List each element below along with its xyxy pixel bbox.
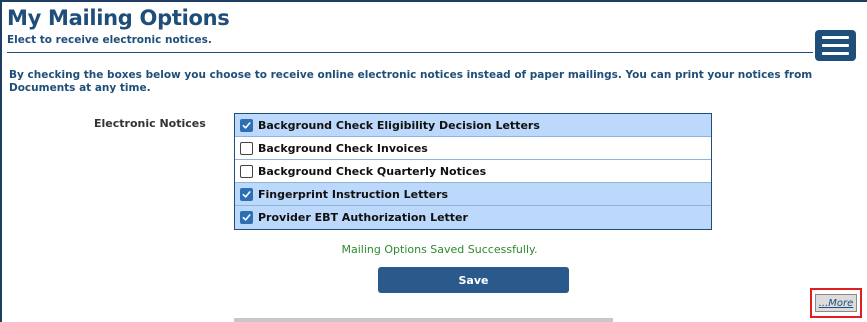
save-button[interactable]: Save bbox=[378, 267, 569, 293]
checkbox[interactable] bbox=[240, 211, 253, 224]
menu-bar bbox=[822, 36, 849, 39]
notice-option[interactable]: Provider EBT Authorization Letter bbox=[235, 206, 711, 229]
intro-text: By checking the boxes below you choose t… bbox=[9, 69, 813, 94]
notice-option-label: Background Check Quarterly Notices bbox=[258, 164, 487, 178]
checkbox[interactable] bbox=[240, 118, 253, 132]
notice-option[interactable]: Fingerprint Instruction Letters bbox=[235, 183, 711, 206]
bottom-bar bbox=[234, 318, 613, 322]
notice-option-label: Provider EBT Authorization Letter bbox=[258, 211, 468, 224]
page-subtitle: Elect to receive electronic notices. bbox=[7, 34, 212, 46]
notice-option[interactable]: Background Check Eligibility Decision Le… bbox=[235, 114, 711, 137]
menu-bar bbox=[822, 52, 849, 55]
more-button[interactable]: ...More bbox=[815, 294, 857, 312]
notice-option-label: Background Check Invoices bbox=[258, 141, 428, 155]
electronic-notices-label: Electronic Notices bbox=[94, 117, 206, 130]
checkmark-icon bbox=[242, 214, 251, 221]
checkbox[interactable] bbox=[240, 187, 253, 201]
checkbox[interactable] bbox=[240, 141, 253, 155]
checkbox[interactable] bbox=[240, 164, 253, 178]
success-message: Mailing Options Saved Successfully. bbox=[341, 243, 538, 256]
menu-bar bbox=[822, 44, 849, 47]
notice-option[interactable]: Background Check Quarterly Notices bbox=[235, 160, 711, 183]
more-highlight: ...More bbox=[810, 288, 862, 318]
notices-checkbox-list: Background Check Eligibility Decision Le… bbox=[234, 113, 712, 230]
notice-option-label: Fingerprint Instruction Letters bbox=[258, 187, 449, 201]
page-title: My Mailing Options bbox=[7, 6, 230, 30]
notice-option-label: Background Check Eligibility Decision Le… bbox=[258, 118, 540, 132]
checkmark-icon bbox=[242, 190, 251, 198]
status-message-row: Mailing Options Saved Successfully. bbox=[0, 243, 867, 256]
notice-option[interactable]: Background Check Invoices bbox=[235, 137, 711, 160]
hamburger-menu-icon[interactable] bbox=[815, 30, 856, 61]
checkmark-icon bbox=[242, 121, 251, 129]
title-divider bbox=[7, 52, 813, 53]
